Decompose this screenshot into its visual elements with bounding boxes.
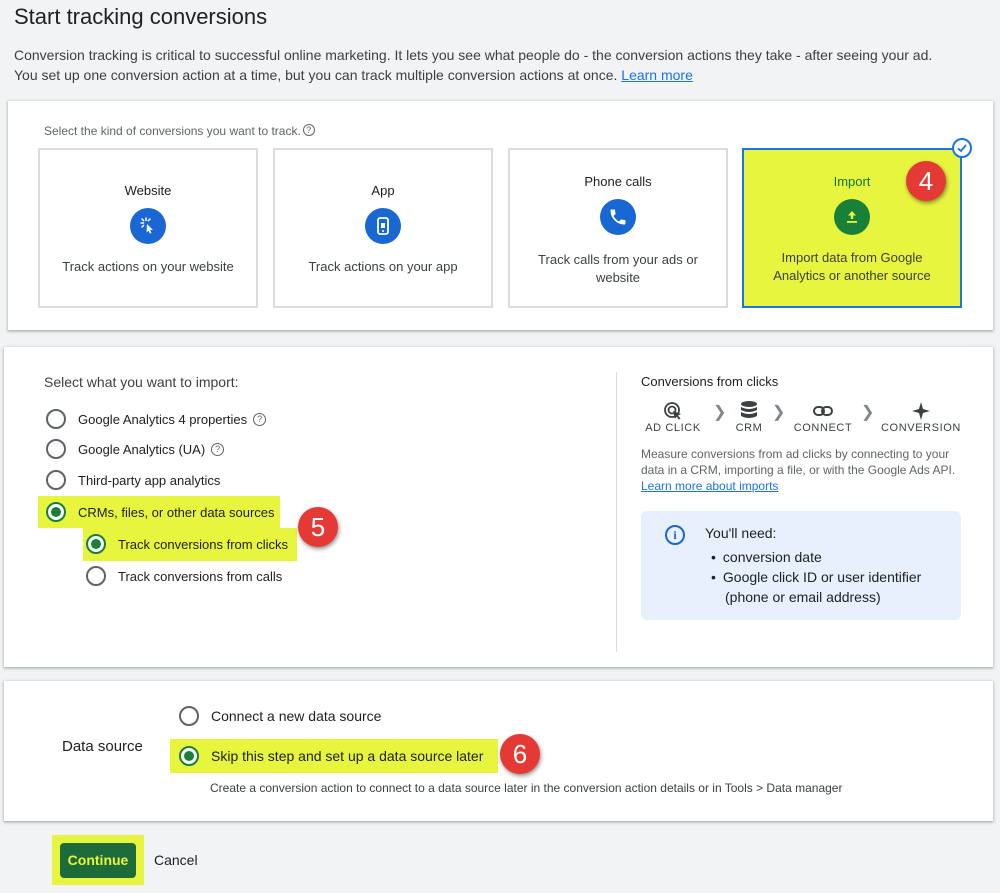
option-third-party[interactable]: Third-party app analytics: [46, 467, 220, 493]
list-item: Google click ID or user identifier: [711, 567, 921, 587]
flow-step-connect: CONNECT: [791, 400, 855, 434]
flow-step-ad-click: AD CLICK: [641, 400, 705, 434]
tile-title: Phone calls: [584, 174, 652, 189]
cursor-click-icon: [130, 208, 166, 244]
option-label: Google Analytics 4 properties: [78, 411, 248, 427]
continue-button[interactable]: Continue: [60, 843, 136, 878]
requirements-box: i You'll need: conversion date Google cl…: [641, 511, 961, 620]
help-circle-icon[interactable]: ?: [253, 412, 267, 426]
option-crm-files[interactable]: CRMs, files, or other data sources: [46, 499, 275, 525]
chevron-right-icon: ❯: [861, 404, 875, 421]
link-icon: [791, 400, 855, 422]
tile-app[interactable]: App Track actions on your app: [273, 148, 493, 308]
checkmark-icon: [952, 138, 972, 158]
list-item: (phone or email address): [725, 589, 881, 605]
step-badge-4: 4: [906, 161, 946, 201]
help-circle-icon[interactable]: ?: [302, 124, 315, 136]
tile-title: Website: [124, 183, 172, 198]
radio-button[interactable]: [46, 439, 66, 459]
learn-more-link[interactable]: Learn more: [621, 67, 693, 83]
phone-icon: [600, 199, 636, 235]
step-badge-6: 6: [500, 734, 540, 774]
vertical-divider: [616, 372, 617, 652]
database-icon: [731, 400, 767, 422]
option-label: Track conversions from calls: [118, 568, 283, 584]
data-source-label: Data source: [62, 738, 143, 755]
chevron-right-icon: ❯: [713, 404, 727, 421]
flow-description: Measure conversions from ad clicks by co…: [641, 447, 956, 493]
data-source-hint: Create a conversion action to connect to…: [210, 781, 843, 795]
flow-steps: AD CLICK ❯ CRM ❯ CONNECT ❯ CONVERSION: [641, 400, 961, 440]
info-icon: i: [665, 525, 685, 545]
requirements-title: You'll need:: [705, 525, 777, 541]
option-label: Third-party app analytics: [78, 472, 221, 488]
option-track-calls[interactable]: Track conversions from calls: [86, 563, 282, 589]
conversion-kind-card: Select the kind of conversions you want …: [8, 101, 993, 330]
option-label: Google Analytics (UA): [78, 441, 206, 457]
option-connect-new-source[interactable]: Connect a new data source: [179, 703, 381, 729]
radio-button[interactable]: [179, 706, 199, 726]
flow-step-conversion: CONVERSION: [881, 400, 961, 434]
intro-line-2: You set up one conversion action at a ti…: [14, 67, 693, 83]
radio-button[interactable]: [46, 409, 66, 429]
radio-button-selected[interactable]: [46, 502, 66, 522]
tile-website[interactable]: Website Track actions on your website: [38, 148, 258, 308]
step-badge-5: 5: [298, 507, 338, 547]
tile-desc: Track calls from your ads or website: [538, 252, 698, 285]
data-source-card: Data source Connect a new data source Sk…: [4, 681, 993, 821]
requirements-list: conversion date Google click ID or user …: [711, 547, 921, 607]
help-circle-icon[interactable]: ?: [211, 442, 225, 456]
page-title: Start tracking conversions: [14, 4, 268, 29]
tile-desc: Track actions on your website: [62, 259, 234, 274]
cancel-button[interactable]: Cancel: [154, 852, 198, 868]
option-ua[interactable]: Google Analytics (UA) ?: [46, 436, 225, 462]
option-track-clicks[interactable]: Track conversions from clicks: [86, 531, 288, 557]
intro-line-1: Conversion tracking is critical to succe…: [14, 47, 933, 63]
radio-button-selected[interactable]: [179, 746, 199, 766]
option-label: Track conversions from clicks: [118, 536, 288, 552]
tile-desc: Import data from Google Analytics or ano…: [773, 250, 931, 283]
upload-icon: [834, 199, 870, 235]
kind-prompt: Select the kind of conversions you want …: [44, 124, 315, 138]
radio-button[interactable]: [86, 566, 106, 586]
option-label: CRMs, files, or other data sources: [78, 504, 275, 520]
tile-title: App: [371, 183, 395, 198]
tile-phone-calls[interactable]: Phone calls Track calls from your ads or…: [508, 148, 728, 308]
radio-button[interactable]: [46, 470, 66, 490]
tile-desc: Track actions on your app: [308, 259, 458, 274]
phone-app-icon: [365, 208, 401, 244]
ad-click-icon: [641, 400, 705, 422]
option-label: Connect a new data source: [211, 708, 382, 724]
import-source-card: Select what you want to import: Google A…: [4, 347, 993, 667]
option-skip-step[interactable]: Skip this step and set up a data source …: [179, 743, 483, 769]
intro-text: Conversion tracking is critical to succe…: [14, 45, 989, 85]
learn-more-imports-link[interactable]: Learn more about imports: [641, 479, 778, 493]
flow-title: Conversions from clicks: [641, 374, 779, 389]
flow-step-crm: CRM: [731, 400, 767, 434]
option-ga4[interactable]: Google Analytics 4 properties ?: [46, 406, 267, 432]
list-item: conversion date: [711, 547, 921, 567]
sparkle-icon: [881, 400, 961, 422]
chevron-right-icon: ❯: [772, 404, 786, 421]
radio-button-selected[interactable]: [86, 534, 106, 554]
option-label: Skip this step and set up a data source …: [211, 748, 484, 764]
import-prompt: Select what you want to import:: [44, 374, 239, 390]
